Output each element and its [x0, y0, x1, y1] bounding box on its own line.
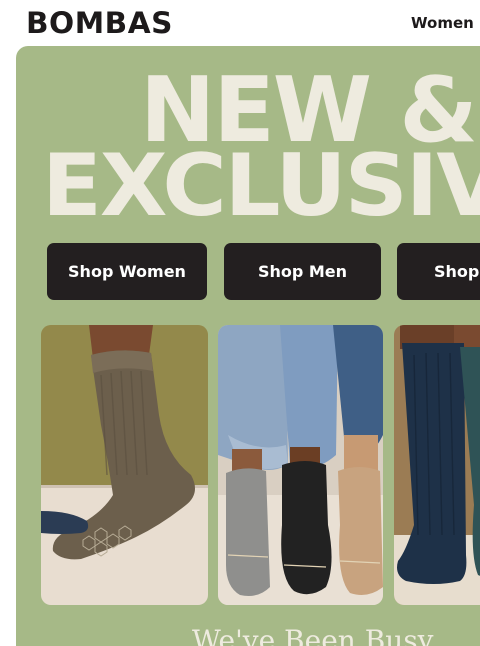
product-image-three-pairs[interactable] [218, 325, 383, 605]
shop-men-button[interactable]: Shop Men [224, 243, 381, 300]
bombas-logo[interactable]: BOMBAS [26, 6, 173, 40]
headline-line-2: EXCLUSIV [42, 136, 480, 236]
product-image-olive-sock[interactable] [41, 325, 208, 605]
nav-women-link[interactable]: Women [411, 14, 474, 32]
shop-kids-button[interactable]: Shop [397, 243, 480, 300]
site-header: BOMBAS Women [0, 0, 480, 46]
section-subheadline: We've Been Busy [192, 624, 434, 646]
hero-banner: NEW & EXCLUSIV Shop Women Shop Men Shop [16, 46, 480, 646]
shop-women-button[interactable]: Shop Women [47, 243, 207, 300]
product-image-knee-high[interactable] [394, 325, 480, 605]
